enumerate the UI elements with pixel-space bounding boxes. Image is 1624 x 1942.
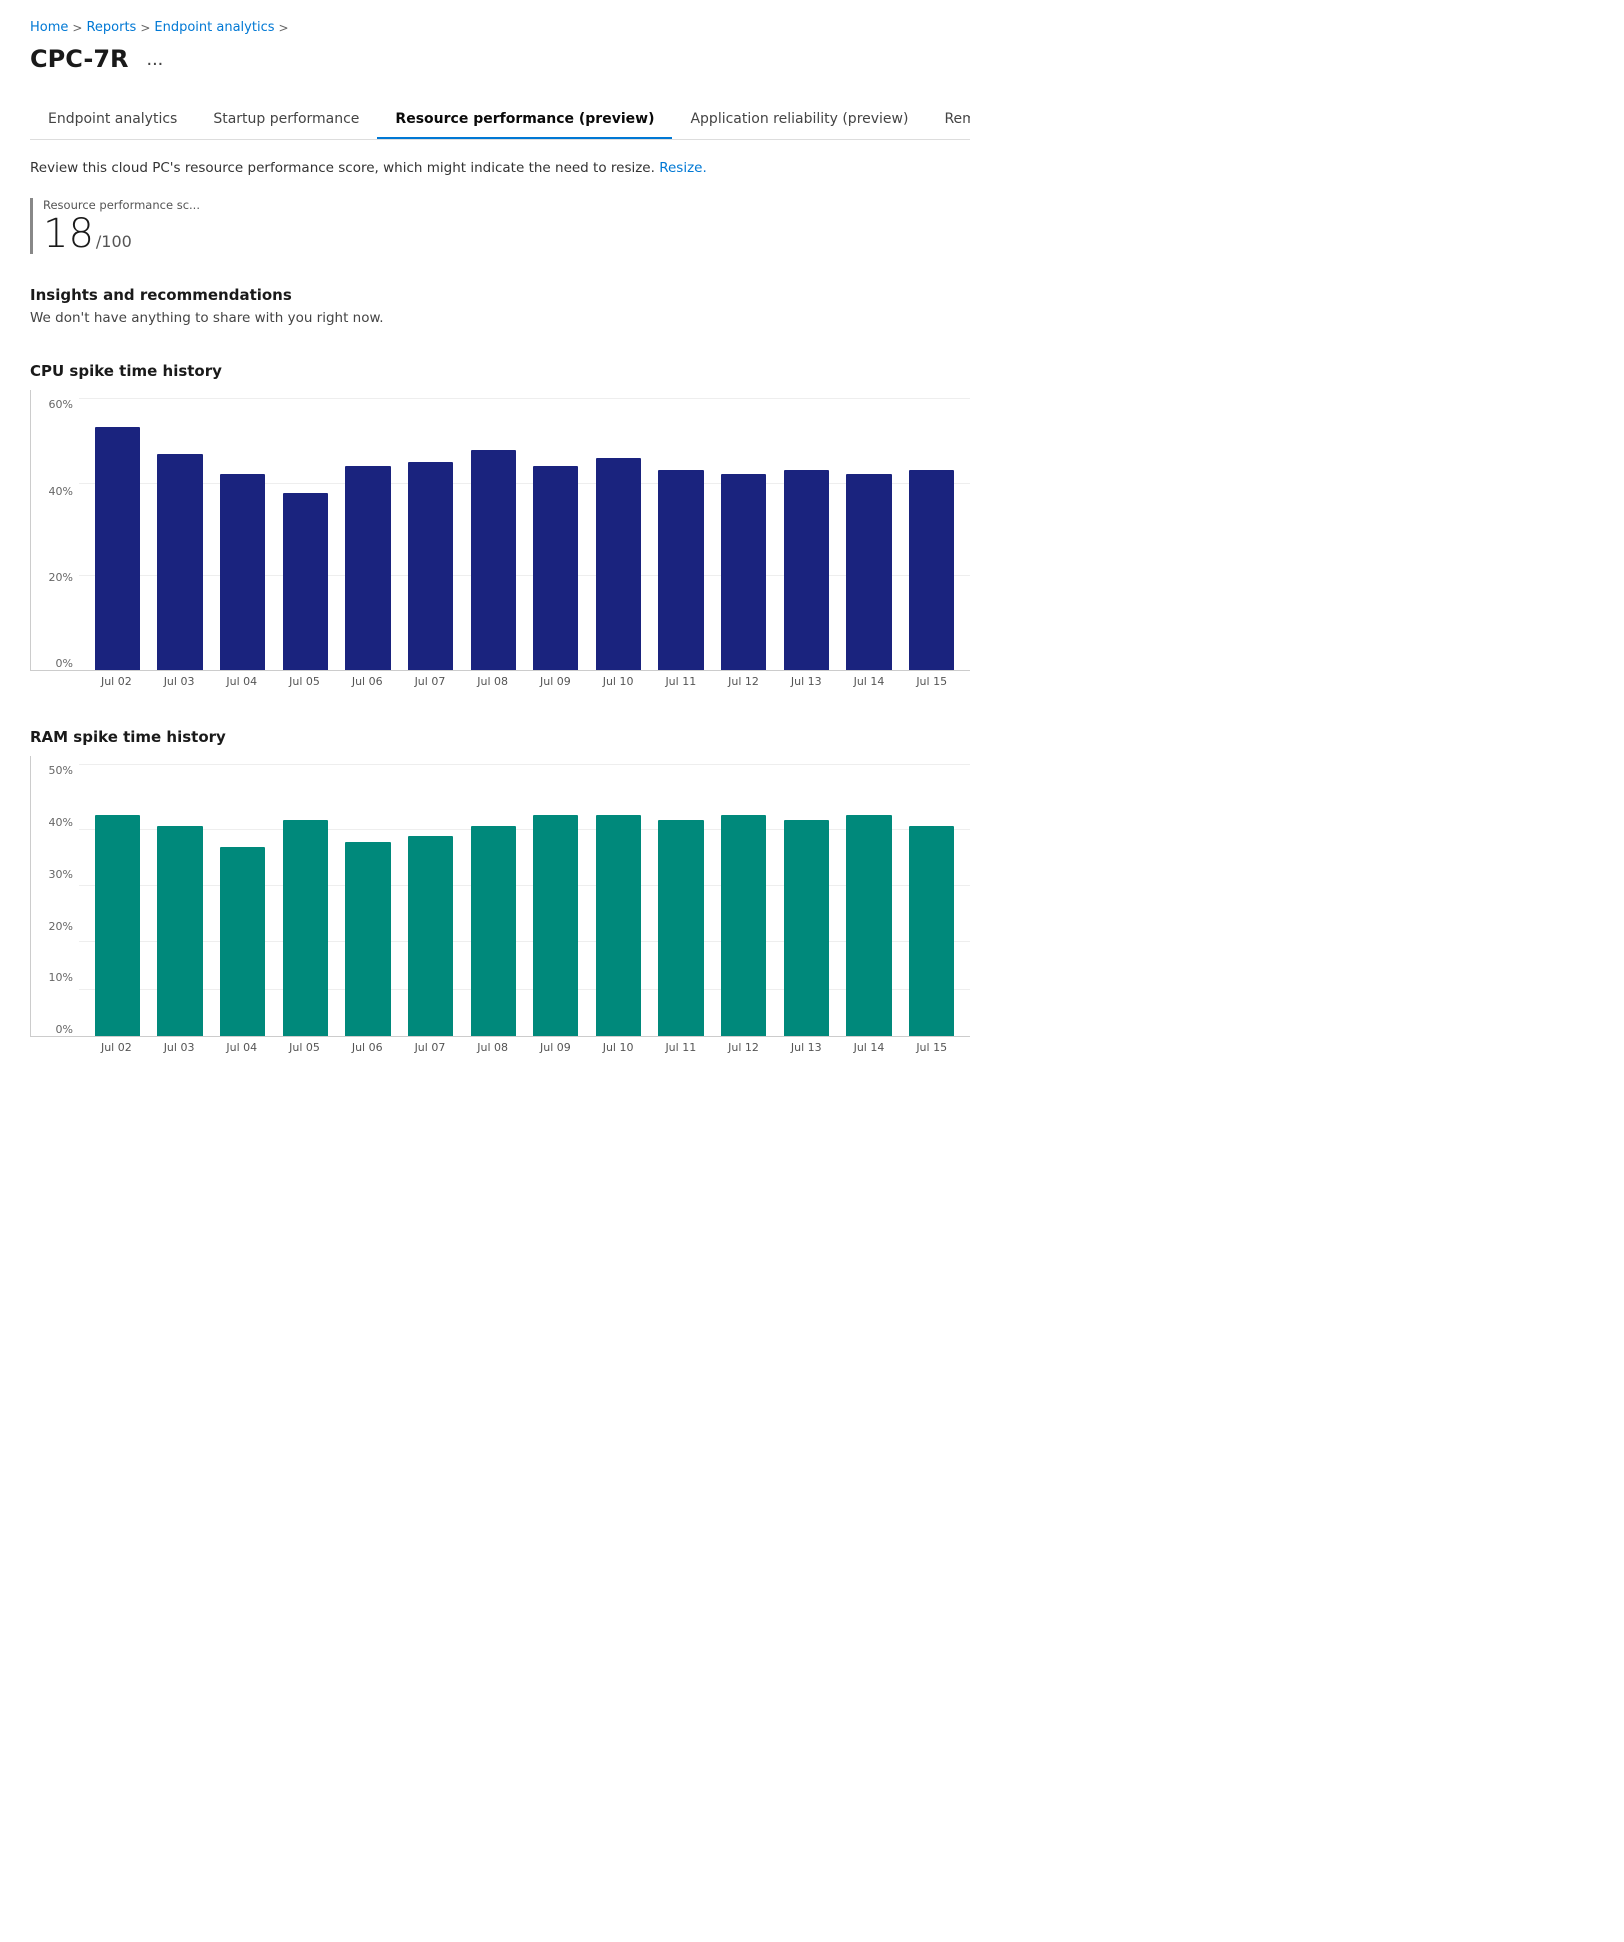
breadcrumb-sep-1: > xyxy=(72,21,82,35)
ram-xlabel-3: Jul 05 xyxy=(276,1041,333,1054)
ram-xlabel-11: Jul 13 xyxy=(778,1041,835,1054)
cpu-bar-13 xyxy=(903,400,960,670)
cpu-xlabel-9: Jul 11 xyxy=(652,675,709,688)
ram-chart-wrapper: 50% 40% 30% 20% 10% 0% xyxy=(30,756,970,1054)
cpu-chart-title: CPU spike time history xyxy=(30,362,970,380)
insights-text: We don't have anything to share with you… xyxy=(30,310,970,326)
ram-bar-10 xyxy=(715,766,772,1036)
ram-bar-2 xyxy=(214,766,271,1036)
ram-xlabel-10: Jul 12 xyxy=(715,1041,772,1054)
cpu-bar-11 xyxy=(778,400,835,670)
cpu-bar-4 xyxy=(340,400,397,670)
tabs-container: Endpoint analytics Startup performance R… xyxy=(30,101,970,140)
score-number: 18 xyxy=(43,214,94,254)
ram-bar-9 xyxy=(653,766,710,1036)
page-title: CPC-7R xyxy=(30,45,129,73)
page-title-row: CPC-7R ... xyxy=(30,45,970,73)
ram-y-label-50: 50% xyxy=(49,764,73,777)
ram-xlabel-6: Jul 08 xyxy=(464,1041,521,1054)
cpu-xlabel-13: Jul 15 xyxy=(903,675,960,688)
ram-bar-4 xyxy=(340,766,397,1036)
cpu-bar-9 xyxy=(653,400,710,670)
cpu-chart-wrapper: 60% 40% 20% 0% Jul 02 Jul 03 Jul 04 Jul 05 J… xyxy=(30,390,970,688)
tab-application-reliability[interactable]: Application reliability (preview) xyxy=(672,101,926,139)
ram-xlabel-0: Jul 02 xyxy=(88,1041,145,1054)
cpu-y-label-60: 60% xyxy=(49,398,73,411)
tab-endpoint-analytics[interactable]: Endpoint analytics xyxy=(30,101,195,139)
ram-bar-1 xyxy=(152,766,209,1036)
score-label: Resource performance sc... xyxy=(43,198,970,212)
cpu-chart-section: CPU spike time history 60% 40% 20% 0% xyxy=(30,362,970,688)
cpu-xlabel-6: Jul 08 xyxy=(464,675,521,688)
ram-y-label-20: 20% xyxy=(49,920,73,933)
cpu-xlabel-7: Jul 09 xyxy=(527,675,584,688)
ram-bar-5 xyxy=(402,766,459,1036)
ram-bar-3 xyxy=(277,766,334,1036)
tab-resource-performance[interactable]: Resource performance (preview) xyxy=(377,101,672,139)
ram-bar-12 xyxy=(841,766,898,1036)
cpu-bar-7 xyxy=(527,400,584,670)
cpu-y-label-40: 40% xyxy=(49,485,73,498)
ram-xlabel-1: Jul 03 xyxy=(151,1041,208,1054)
ram-bar-0 xyxy=(89,766,146,1036)
cpu-bar-8 xyxy=(590,400,647,670)
cpu-bar-1 xyxy=(152,400,209,670)
tab-startup-performance[interactable]: Startup performance xyxy=(195,101,377,139)
cpu-xlabel-8: Jul 10 xyxy=(590,675,647,688)
cpu-bar-2 xyxy=(214,400,271,670)
ram-bar-11 xyxy=(778,766,835,1036)
ram-y-label-0: 0% xyxy=(56,1023,73,1036)
breadcrumb-sep-3: > xyxy=(279,21,289,35)
breadcrumb-home[interactable]: Home xyxy=(30,20,68,35)
breadcrumb-reports[interactable]: Reports xyxy=(86,20,136,35)
ram-xlabel-5: Jul 07 xyxy=(402,1041,459,1054)
ram-bar-7 xyxy=(527,766,584,1036)
score-section: Resource performance sc... 18 /100 xyxy=(30,198,970,254)
ram-bar-8 xyxy=(590,766,647,1036)
cpu-xlabel-3: Jul 05 xyxy=(276,675,333,688)
breadcrumb-sep-2: > xyxy=(140,21,150,35)
cpu-bar-0 xyxy=(89,400,146,670)
cpu-xlabel-5: Jul 07 xyxy=(402,675,459,688)
ram-chart-title: RAM spike time history xyxy=(30,728,970,746)
cpu-bar-6 xyxy=(465,400,522,670)
insights-title: Insights and recommendations xyxy=(30,286,970,304)
cpu-bar-12 xyxy=(841,400,898,670)
cpu-bar-5 xyxy=(402,400,459,670)
ram-xlabel-4: Jul 06 xyxy=(339,1041,396,1054)
insights-section: Insights and recommendations We don't ha… xyxy=(30,286,970,326)
tab-remote[interactable]: Remot... xyxy=(926,101,970,139)
cpu-xlabel-11: Jul 13 xyxy=(778,675,835,688)
cpu-xlabel-10: Jul 12 xyxy=(715,675,772,688)
score-value-row: 18 /100 xyxy=(43,214,970,254)
cpu-xlabel-4: Jul 06 xyxy=(339,675,396,688)
resize-link[interactable]: Resize. xyxy=(659,160,707,176)
ram-xlabel-2: Jul 04 xyxy=(213,1041,270,1054)
score-denominator: /100 xyxy=(96,232,132,251)
ram-xlabel-13: Jul 15 xyxy=(903,1041,960,1054)
cpu-xlabel-12: Jul 14 xyxy=(841,675,898,688)
ram-y-label-40: 40% xyxy=(49,816,73,829)
description-text: Review this cloud PC's resource performa… xyxy=(30,160,655,176)
breadcrumb-endpoint-analytics[interactable]: Endpoint analytics xyxy=(154,20,274,35)
ellipsis-menu-button[interactable]: ... xyxy=(141,46,170,73)
cpu-bar-3 xyxy=(277,400,334,670)
cpu-xlabel-1: Jul 03 xyxy=(151,675,208,688)
ram-y-label-10: 10% xyxy=(49,971,73,984)
cpu-xlabel-2: Jul 04 xyxy=(213,675,270,688)
breadcrumb: Home > Reports > Endpoint analytics > xyxy=(30,20,970,35)
cpu-bar-10 xyxy=(715,400,772,670)
ram-xlabel-12: Jul 14 xyxy=(841,1041,898,1054)
cpu-y-label-20: 20% xyxy=(49,571,73,584)
cpu-xlabel-0: Jul 02 xyxy=(88,675,145,688)
tab-description: Review this cloud PC's resource performa… xyxy=(30,158,970,178)
ram-y-label-30: 30% xyxy=(49,868,73,881)
cpu-y-label-0: 0% xyxy=(56,657,73,670)
ram-xlabel-8: Jul 10 xyxy=(590,1041,647,1054)
ram-chart-section: RAM spike time history 50% 40% 30% 20% 1… xyxy=(30,728,970,1054)
ram-bar-13 xyxy=(903,766,960,1036)
ram-bar-6 xyxy=(465,766,522,1036)
ram-xlabel-7: Jul 09 xyxy=(527,1041,584,1054)
ram-xlabel-9: Jul 11 xyxy=(652,1041,709,1054)
